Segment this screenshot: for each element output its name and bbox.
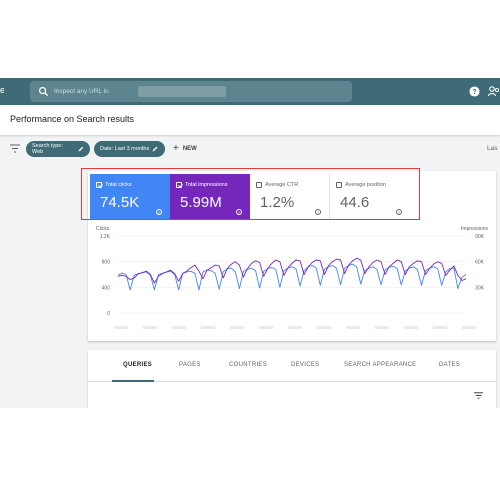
total-impressions-card[interactable]: Total impressions 5.99M ? (170, 174, 250, 219)
checkbox-unchecked-icon[interactable] (256, 182, 262, 188)
average-ctr-label: Average CTR (265, 182, 299, 188)
last-updated-fragment: Las (487, 145, 498, 152)
average-position-card[interactable]: Average position 44.6 ? (330, 174, 410, 219)
edit-pencil-icon (152, 146, 158, 152)
help-icon[interactable]: ? (469, 86, 480, 97)
x-tick-placeholder (201, 326, 215, 329)
svg-text:?: ? (472, 89, 476, 96)
average-ctr-value: 1.2% (260, 194, 295, 211)
tab-queries[interactable]: QUERIES (123, 362, 152, 368)
x-tick-placeholder (230, 326, 244, 329)
y-left-tick-label: 800 (102, 260, 111, 266)
report-tabs-card: QUERIES PAGES COUNTRIES DEVICES SEARCH A… (88, 350, 496, 408)
y-right-tick-label: 30K (475, 285, 485, 291)
url-inspection-search[interactable] (30, 81, 352, 102)
x-tick-placeholder (114, 326, 128, 329)
total-clicks-card[interactable]: Total clicks 74.5K ? (90, 174, 170, 219)
info-icon[interactable]: ? (315, 209, 321, 215)
checkbox-checked-icon[interactable] (96, 182, 102, 188)
brand-text-fragment: e (0, 85, 4, 95)
manage-users-icon[interactable] (488, 86, 500, 97)
x-tick-placeholder (462, 326, 476, 329)
date-range-chip[interactable]: Date: Last 3 months (94, 141, 165, 157)
y-right-tick-label: 90K (475, 234, 485, 240)
metric-header: Average position (336, 182, 386, 188)
y-right-axis-label: Impressions (461, 226, 488, 232)
filter-icon[interactable] (10, 144, 20, 153)
active-tab-indicator (112, 380, 154, 382)
x-tick-placeholder (346, 326, 360, 329)
total-clicks-label: Total clicks (105, 182, 132, 188)
total-impressions-label: Total impressions (185, 182, 228, 188)
y-right-tick-label: 60K (475, 260, 485, 266)
info-icon[interactable]: ? (156, 209, 162, 215)
tab-countries[interactable]: COUNTRIES (229, 362, 267, 368)
y-left-tick-label: 0 (107, 311, 110, 317)
x-tick-placeholder (288, 326, 302, 329)
search-type-chip-label: Search type: Web (32, 143, 63, 155)
x-tick-placeholder (317, 326, 331, 329)
clicks-series-line (117, 263, 467, 291)
checkbox-unchecked-icon[interactable] (336, 182, 342, 188)
performance-line-chart: Clicks Impressions 1.2K 800 400 0 90K 60K 30K (96, 226, 489, 329)
edit-pencil-icon (78, 146, 84, 152)
y-left-tick-label: 1.2K (100, 234, 111, 240)
filter-bar: Search type: Web Date: Last 3 months + N… (0, 138, 500, 160)
x-tick-placeholder (433, 326, 447, 329)
x-tick-placeholder (172, 326, 186, 329)
new-filter-button[interactable]: + NEW (173, 143, 197, 155)
report-tabs: QUERIES PAGES COUNTRIES DEVICES SEARCH A… (88, 350, 496, 382)
date-range-chip-label: Date: Last 3 months (100, 146, 150, 152)
search-type-chip[interactable]: Search type: Web (26, 141, 90, 157)
page-title: Performance on Search results (10, 114, 135, 124)
table-filter-icon[interactable] (474, 392, 483, 399)
average-position-label: Average position (345, 182, 386, 188)
checkbox-checked-icon[interactable] (176, 182, 182, 188)
metric-header: Total impressions (176, 182, 228, 188)
x-tick-placeholder (404, 326, 418, 329)
x-tick-placeholder (375, 326, 389, 329)
info-icon[interactable]: ? (236, 209, 242, 215)
average-ctr-card[interactable]: Average CTR 1.2% ? (250, 174, 330, 219)
redacted-property-url (138, 86, 226, 97)
metric-header: Average CTR (256, 182, 298, 188)
search-input[interactable] (54, 85, 144, 98)
search-console-app: e ? Performance on Search results (0, 78, 500, 408)
search-icon (38, 86, 49, 97)
info-icon[interactable]: ? (396, 209, 402, 215)
x-tick-placeholder (143, 326, 157, 329)
y-left-tick-label: 400 (102, 285, 111, 291)
plus-icon: + (173, 143, 179, 154)
tab-pages[interactable]: PAGES (179, 362, 201, 368)
metric-header: Total clicks (96, 182, 132, 188)
page: e ? Performance on Search results (0, 0, 500, 500)
new-filter-label: NEW (182, 146, 197, 152)
x-tick-placeholder (259, 326, 273, 329)
performance-chart-card: Total clicks 74.5K ? Total impressions 5… (88, 171, 496, 341)
total-impressions-value: 5.99M (180, 194, 222, 211)
total-clicks-value: 74.5K (100, 194, 140, 211)
tab-devices[interactable]: DEVICES (291, 362, 319, 368)
average-position-value: 44.6 (340, 194, 370, 211)
tab-dates[interactable]: DATES (439, 362, 460, 368)
top-app-bar: e ? (0, 78, 500, 105)
page-header: Performance on Search results (0, 105, 500, 135)
y-left-axis-label: Clicks (96, 226, 110, 232)
tab-search-appearance[interactable]: SEARCH APPEARANCE (344, 362, 416, 368)
